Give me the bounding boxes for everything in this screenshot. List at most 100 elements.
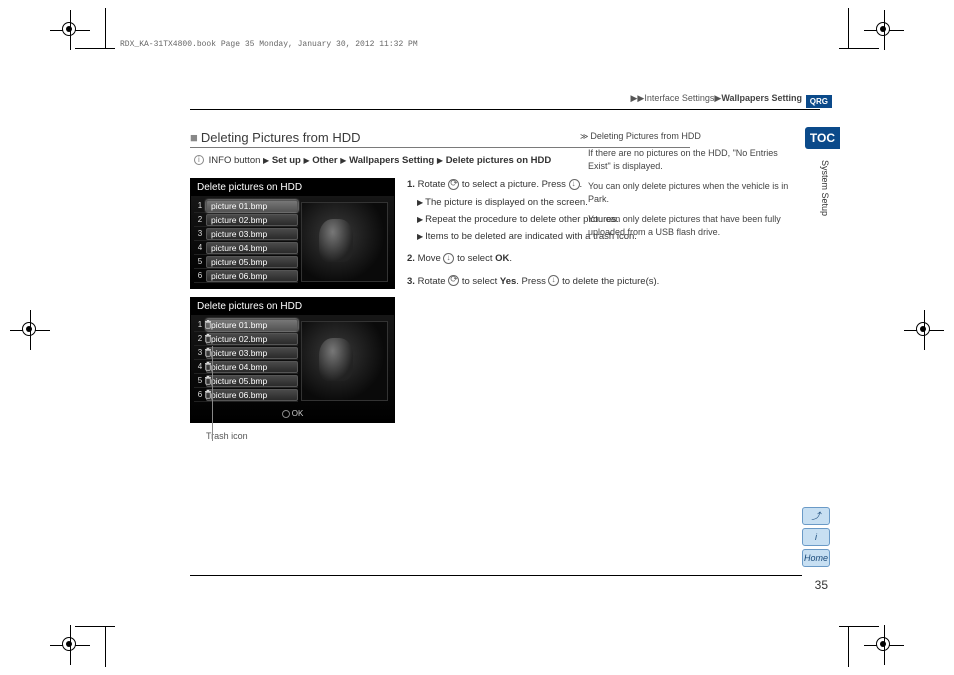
rotate-dial-icon — [448, 179, 459, 190]
push-button-icon — [569, 179, 580, 190]
page-frame: RDX_KA-31TX4800.book Page 35 Monday, Jan… — [120, 55, 840, 620]
nav-path-label: INFO button — [209, 155, 261, 166]
trash-icon — [204, 376, 212, 385]
picture-preview — [301, 321, 388, 401]
picture-list-row[interactable]: 2picture 02.bmp — [194, 332, 298, 346]
picture-list-row[interactable]: 6picture 06.bmp — [194, 388, 298, 402]
notes-heading: ≫Deleting Pictures from HDD — [580, 130, 790, 143]
step-keyword: OK — [495, 253, 509, 264]
step-text: . Press — [516, 276, 546, 287]
registration-mark — [10, 310, 50, 350]
picture-filename: picture 06.bmp — [206, 270, 298, 282]
toc-tab[interactable]: TOC — [805, 127, 840, 149]
rule-top — [190, 109, 820, 110]
trash-icon — [204, 348, 212, 357]
picture-list-row[interactable]: 5picture 05.bmp — [194, 255, 298, 269]
device-screenshot-2: Delete pictures on HDD 1picture 01.bmp2p… — [190, 297, 395, 423]
picture-filename: picture 06.bmp — [206, 389, 298, 401]
row-number: 2 — [194, 215, 206, 224]
step-2: 2. Move to select OK. — [407, 252, 690, 266]
picture-filename: picture 03.bmp — [206, 347, 298, 359]
registration-mark — [864, 625, 904, 665]
registration-mark — [864, 10, 904, 50]
nav-prev-button[interactable]: ⤴ — [802, 507, 830, 525]
picture-filename: picture 01.bmp — [206, 200, 298, 212]
step-text: to select — [457, 253, 492, 264]
picture-list-row[interactable]: 5picture 05.bmp — [194, 374, 298, 388]
triangle-bullet-icon: ▶ — [417, 215, 423, 224]
step-text: to select a picture. Press — [462, 179, 566, 190]
breadcrumb-arrows: ▶▶ — [631, 93, 645, 103]
page-number: 35 — [815, 578, 828, 592]
device-screenshot-1: Delete pictures on HDD 1picture 01.bmp2p… — [190, 178, 395, 289]
picture-list-row[interactable]: 4picture 04.bmp — [194, 360, 298, 374]
step-sub-text: The picture is displayed on the screen. — [425, 197, 588, 208]
nav-info-button[interactable]: i — [802, 528, 830, 546]
notes-heading-text: Deleting Pictures from HDD — [590, 131, 701, 141]
picture-filename: picture 01.bmp — [206, 319, 298, 331]
step-text: . — [509, 253, 512, 264]
nav-path-item: Delete pictures on HDD — [446, 155, 552, 166]
chevron-right-icon: ▶ — [340, 156, 346, 165]
trash-icon — [204, 320, 212, 329]
picture-filename: picture 03.bmp — [206, 228, 298, 240]
breadcrumb-part: Interface Settings — [644, 93, 714, 103]
picture-list-row[interactable]: 2picture 02.bmp — [194, 213, 298, 227]
picture-list-row[interactable]: 1picture 01.bmp — [194, 199, 298, 213]
section-side-label: System Setup — [820, 160, 830, 216]
trash-icon — [204, 390, 212, 399]
step-number: 3. — [407, 276, 415, 287]
device-title: Delete pictures on HDD — [191, 298, 394, 315]
move-joystick-icon — [443, 253, 454, 264]
step-text: to delete the picture(s). — [562, 276, 659, 287]
chevron-right-icon: ▶ — [437, 156, 443, 165]
picture-list-row[interactable]: 3picture 03.bmp — [194, 346, 298, 360]
note-paragraph: You can only delete pictures when the ve… — [580, 180, 790, 206]
row-number: 1 — [194, 201, 206, 210]
breadcrumb-part: Wallpapers Setting — [721, 93, 802, 103]
triangle-bullet-icon: ▶ — [417, 232, 423, 241]
picture-list-row[interactable]: 3picture 03.bmp — [194, 227, 298, 241]
triangle-bullet-icon: ▶ — [417, 198, 423, 207]
step-number: 2. — [407, 253, 415, 264]
step-text: to select — [462, 276, 497, 287]
picture-list-row[interactable]: 6picture 06.bmp — [194, 269, 298, 283]
row-number: 3 — [194, 229, 206, 238]
trash-icon — [204, 334, 212, 343]
step-text: Move — [418, 253, 441, 264]
push-button-icon — [548, 275, 559, 286]
picture-list-row[interactable]: 4picture 04.bmp — [194, 241, 298, 255]
picture-filename: picture 05.bmp — [206, 256, 298, 268]
nav-path-item: Other — [312, 155, 337, 166]
registration-mark — [50, 625, 90, 665]
nav-path-item: Wallpapers Setting — [349, 155, 434, 166]
trash-icon — [204, 362, 212, 371]
nav-path-item: Set up — [272, 155, 301, 166]
step-keyword: Yes — [500, 276, 516, 287]
step-text: Rotate — [418, 179, 446, 190]
breadcrumb: ▶▶Interface Settings▶Wallpapers Setting — [631, 93, 803, 104]
rotate-dial-icon — [448, 275, 459, 286]
picture-filename: picture 05.bmp — [206, 375, 298, 387]
picture-list-row[interactable]: 1picture 01.bmp — [194, 318, 298, 332]
row-number: 6 — [194, 271, 206, 280]
nav-home-button[interactable]: Home — [802, 549, 830, 567]
picture-filename: picture 02.bmp — [206, 214, 298, 226]
registration-mark — [50, 10, 90, 50]
device-title: Delete pictures on HDD — [191, 179, 394, 196]
step-number: 1. — [407, 179, 415, 190]
trash-icon-label: Trash icon — [206, 431, 395, 441]
footer-nav-icons: ⤴ i Home — [802, 507, 832, 570]
registration-mark — [904, 310, 944, 350]
step-3: 3. Rotate to select Yes. Press to delete… — [407, 275, 690, 289]
screenshots-column: Delete pictures on HDD 1picture 01.bmp2p… — [190, 178, 395, 441]
ok-circle-icon — [282, 410, 290, 418]
square-bullet-icon: ■ — [190, 130, 198, 145]
file-header: RDX_KA-31TX4800.book Page 35 Monday, Jan… — [120, 40, 418, 49]
notes-column: ≫Deleting Pictures from HDD If there are… — [580, 130, 790, 246]
row-number: 5 — [194, 257, 206, 266]
qrg-tab[interactable]: QRG — [806, 95, 832, 108]
chevron-right-icon: ▶ — [304, 156, 310, 165]
device-ok-bar: OK — [191, 407, 394, 422]
picture-filename: picture 04.bmp — [206, 242, 298, 254]
